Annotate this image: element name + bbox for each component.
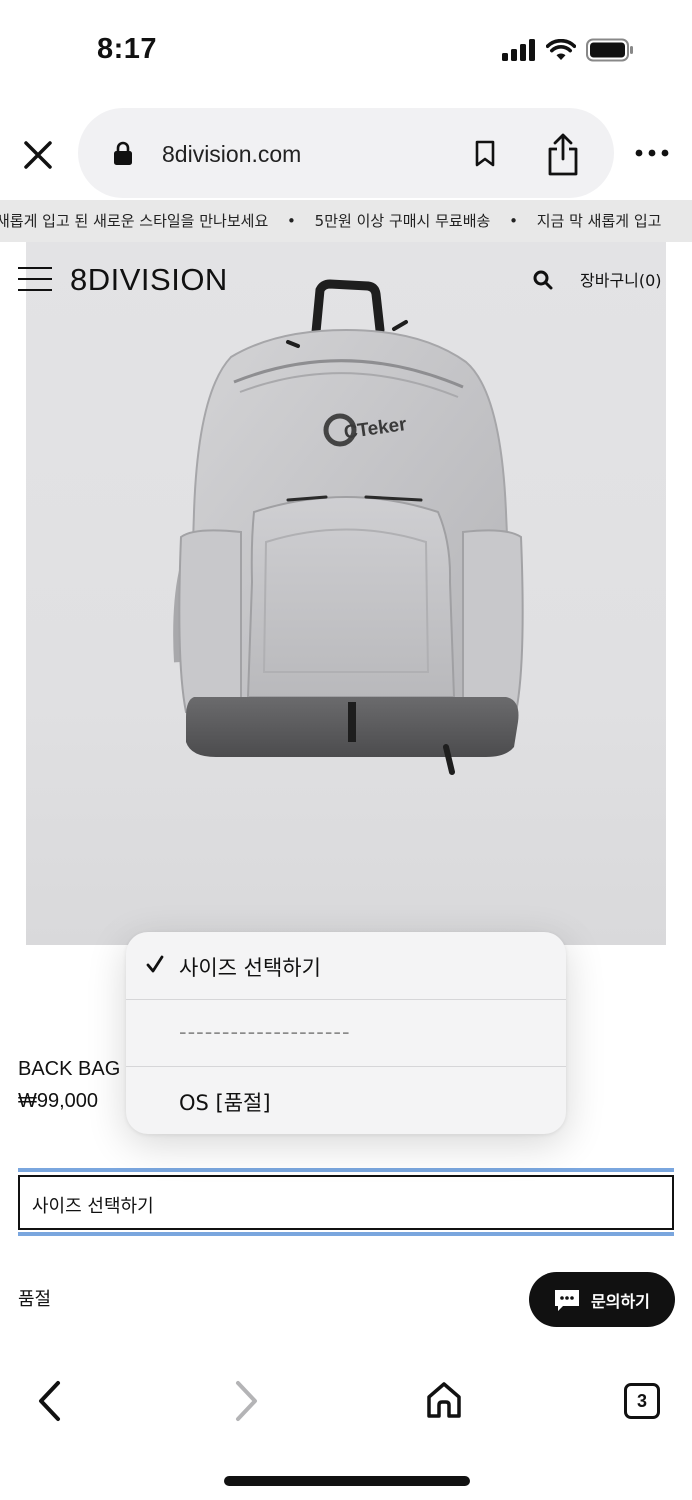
- announcement-ticker: 새롭게 입고 된 새로운 스타일을 만나보세요 • 5만원 이상 구매시 무료배…: [0, 200, 692, 242]
- signal-icon: [502, 39, 535, 61]
- size-option-separator: --------------------: [126, 999, 566, 1066]
- wifi-icon: [546, 39, 576, 60]
- product-image[interactable]: CTeker: [26, 242, 666, 945]
- chat-icon: [555, 1290, 579, 1311]
- site-header: 8DIVISION 장바구니(0): [0, 242, 692, 316]
- option-label: --------------------: [179, 1020, 351, 1044]
- stock-status: 품절: [18, 1289, 52, 1310]
- cart-link[interactable]: 장바구니(0): [580, 267, 662, 291]
- size-select-box[interactable]: 사이즈 선택하기: [18, 1175, 674, 1230]
- size-select[interactable]: 사이즈 선택하기: [18, 1168, 674, 1236]
- forward-button[interactable]: [232, 1380, 260, 1427]
- close-icon: [24, 141, 52, 169]
- product-price: ₩99,000: [18, 1090, 99, 1112]
- inquiry-button[interactable]: 문의하기: [529, 1272, 675, 1327]
- bookmark-button[interactable]: [474, 140, 496, 173]
- share-button[interactable]: [546, 132, 580, 181]
- size-options-popover: 사이즈 선택하기 -------------------- OS [품절]: [126, 932, 566, 1134]
- back-icon: [39, 1381, 60, 1421]
- size-option-os[interactable]: OS [품절]: [126, 1066, 566, 1133]
- status-bar: 8:17: [0, 0, 692, 100]
- battery-icon: [586, 38, 633, 62]
- search-button[interactable]: [533, 270, 553, 295]
- backpack-illustration: CTeker: [173, 279, 524, 775]
- ticker-item: 5만원 이상 구매시 무료배송: [314, 212, 491, 230]
- size-select-value: 사이즈 선택하기: [32, 1196, 154, 1217]
- browser-bottom-bar: 3: [0, 1340, 692, 1500]
- home-indicator: [224, 1476, 470, 1486]
- search-icon: [533, 270, 553, 290]
- status-time: 8:17: [97, 33, 158, 65]
- ticker-item: 새롭게 입고 된 새로운 스타일을 만나보세요: [0, 212, 269, 230]
- status-icons: [502, 38, 634, 62]
- bookmark-icon: [475, 140, 495, 167]
- address-bar[interactable]: 8division.com: [78, 108, 614, 198]
- ticker-track: 새롭게 입고 된 새로운 스타일을 만나보세요 • 5만원 이상 구매시 무료배…: [0, 200, 675, 242]
- option-label: OS [품절]: [179, 1091, 271, 1115]
- home-button[interactable]: [425, 1380, 463, 1425]
- browser-toolbar: 8division.com: [0, 106, 692, 200]
- inquiry-label: 문의하기: [591, 1292, 650, 1311]
- lock-icon: [114, 141, 132, 165]
- share-icon: [548, 133, 578, 176]
- home-icon: [427, 1382, 461, 1418]
- close-button[interactable]: [20, 137, 56, 173]
- size-option-placeholder[interactable]: 사이즈 선택하기: [126, 932, 566, 999]
- ticker-separator: •: [287, 212, 296, 230]
- more-button[interactable]: [634, 146, 670, 164]
- back-button[interactable]: [36, 1380, 64, 1427]
- product-name: BACK BAG: [18, 1058, 121, 1080]
- checkmark-icon: [146, 955, 164, 973]
- brand-logo[interactable]: 8DIVISION: [70, 262, 228, 298]
- forward-icon: [236, 1381, 257, 1421]
- ticker-separator: •: [509, 212, 518, 230]
- option-label: 사이즈 선택하기: [179, 956, 321, 980]
- hamburger-icon[interactable]: [18, 267, 52, 291]
- ticker-item: 지금 막 새롭게 입고: [536, 212, 662, 230]
- tabs-icon[interactable]: 3: [624, 1383, 660, 1419]
- url-text: 8division.com: [162, 141, 302, 167]
- more-icon: [635, 149, 669, 157]
